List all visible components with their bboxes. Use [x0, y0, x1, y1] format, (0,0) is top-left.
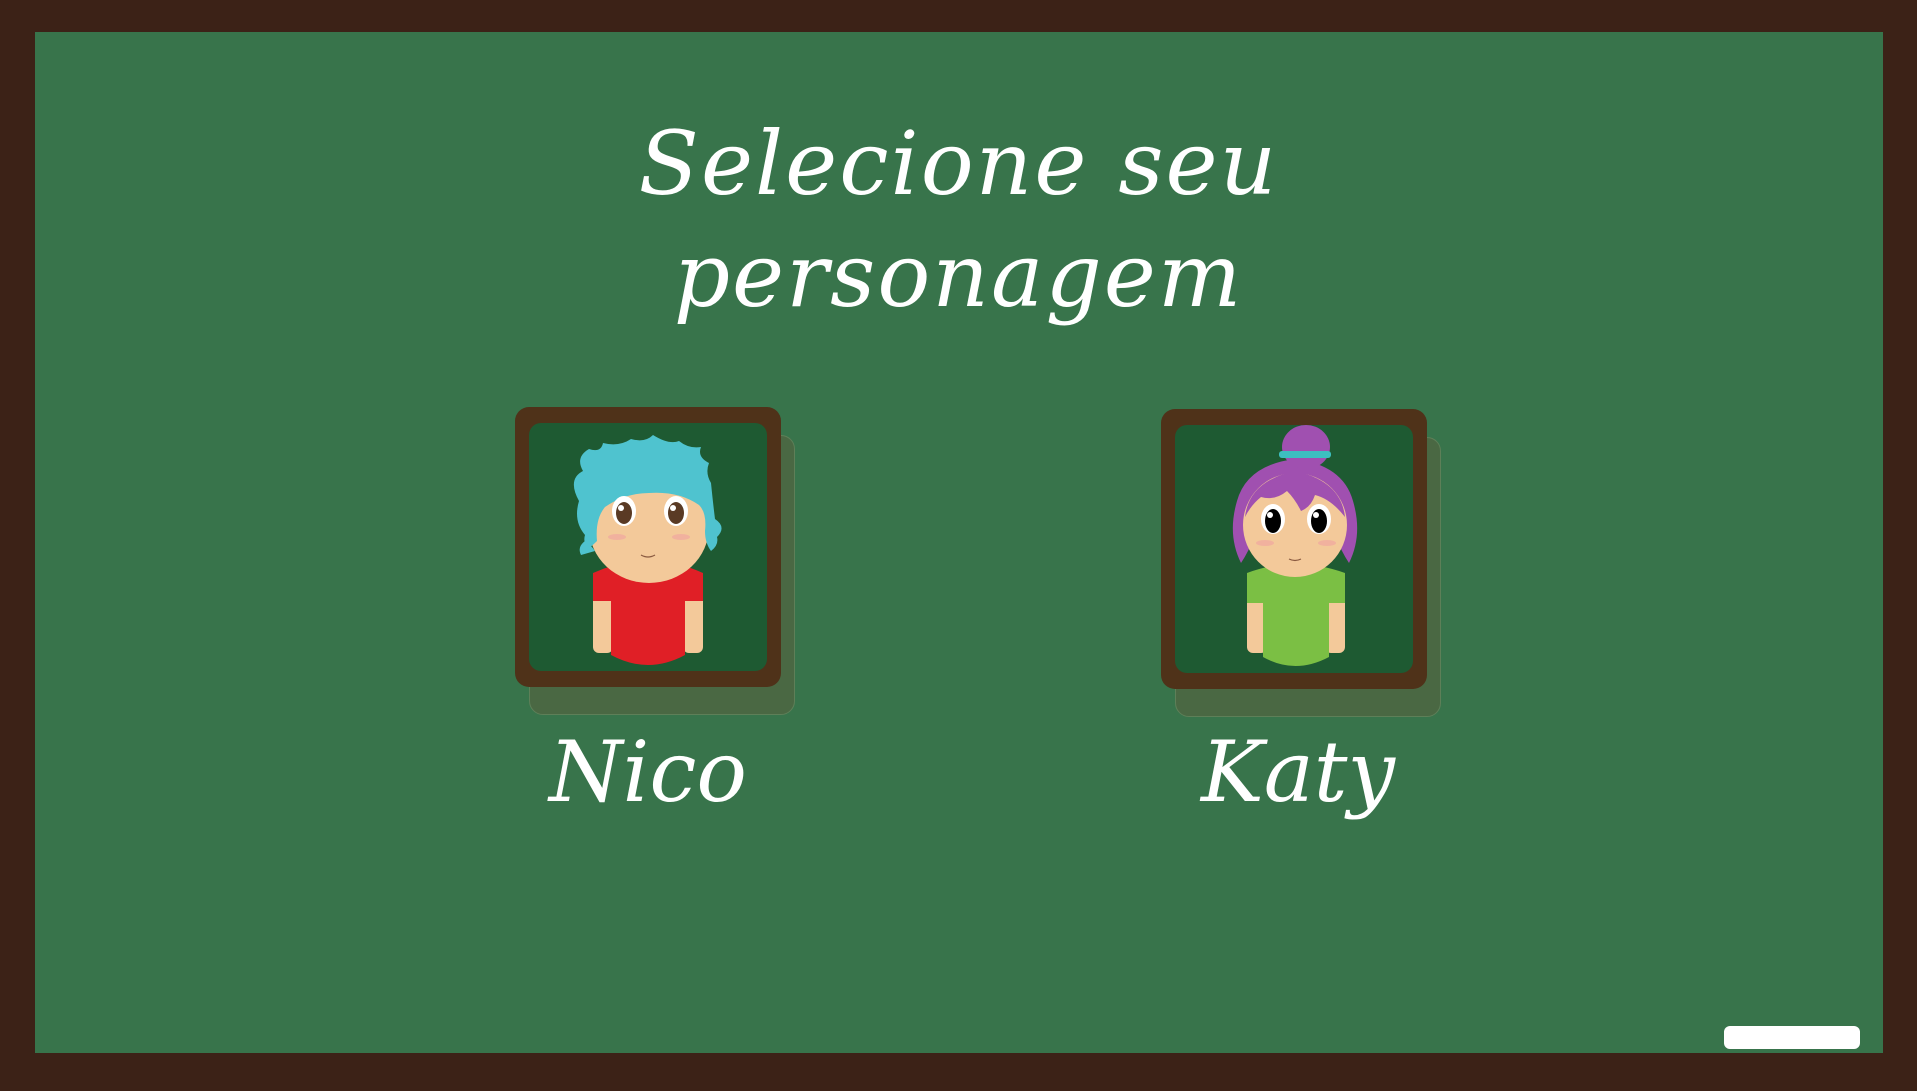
- title-line-2: personagem: [673, 224, 1244, 327]
- card-frame: [515, 407, 781, 687]
- title-line-1: Selecione seu: [638, 112, 1279, 215]
- katy-portrait-icon: [1175, 425, 1413, 673]
- character-name-nico[interactable]: Nico: [488, 722, 808, 822]
- chalk-icon: [1724, 1026, 1860, 1049]
- character-name-katy[interactable]: Katy: [1138, 722, 1458, 822]
- nico-portrait-icon: [529, 423, 767, 671]
- page-title: Selecione seu personagem: [0, 108, 1917, 332]
- card-frame: [1161, 409, 1427, 689]
- character-card-nico[interactable]: [515, 407, 795, 715]
- character-card-katy[interactable]: [1161, 409, 1441, 717]
